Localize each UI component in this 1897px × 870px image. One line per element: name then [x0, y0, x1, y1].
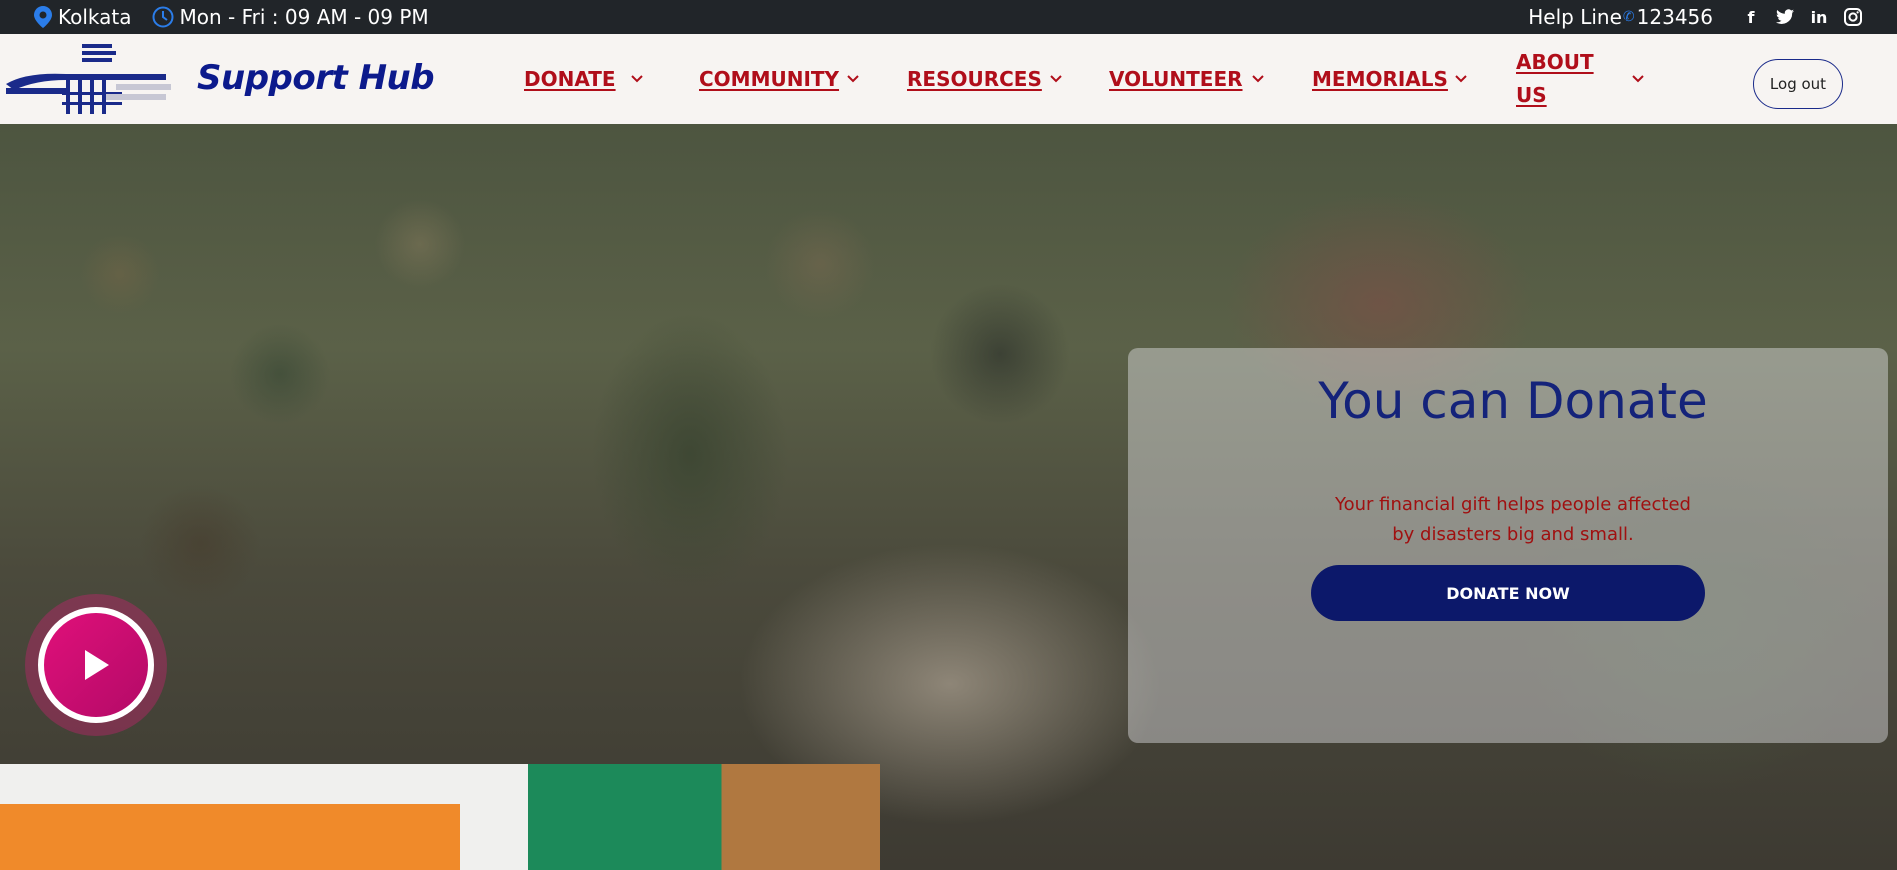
- location-pin-icon: [34, 6, 52, 28]
- linkedin-icon[interactable]: in: [1809, 7, 1829, 27]
- nav-resources-label: RESOURCES: [907, 67, 1042, 91]
- chevron-down-icon: [1632, 75, 1644, 83]
- helpline-number: 123456: [1636, 5, 1713, 29]
- nav-donate-label: DONATE: [524, 67, 616, 91]
- main-header: Support Hub DONATE COMMUNITY RESOURCES V…: [0, 34, 1897, 124]
- nav-volunteer-label: VOLUNTEER: [1109, 67, 1243, 91]
- facebook-icon[interactable]: f: [1741, 7, 1761, 27]
- social-links: f in: [1741, 7, 1863, 27]
- hours: Mon - Fri : 09 AM - 09 PM: [152, 5, 429, 29]
- helpline: Help Line ✆ 123456: [1528, 5, 1713, 29]
- brand-name[interactable]: Support Hub: [197, 58, 435, 98]
- play-ring: [38, 607, 154, 723]
- phone-icon: ✆: [1622, 9, 1635, 25]
- logo[interactable]: [6, 44, 171, 116]
- donate-card: You can Donate Your financial gift helps…: [1128, 348, 1888, 743]
- chevron-down-icon: [847, 75, 859, 83]
- flag-draped-coffin: [0, 764, 880, 870]
- chevron-down-icon: [1455, 75, 1467, 83]
- instagram-icon[interactable]: [1843, 7, 1863, 27]
- nav-about-us-label: ABOUT US: [1516, 50, 1594, 107]
- nav-community[interactable]: COMMUNITY: [699, 34, 859, 124]
- chevron-down-icon: [631, 75, 643, 83]
- twitter-icon[interactable]: [1775, 7, 1795, 27]
- nav-volunteer[interactable]: VOLUNTEER: [1109, 34, 1264, 124]
- nav-memorials[interactable]: MEMORIALS: [1312, 34, 1467, 124]
- donate-title: You can Donate: [1318, 372, 1708, 430]
- chevron-down-icon: [1252, 75, 1264, 83]
- donate-now-button[interactable]: DONATE NOW: [1311, 565, 1705, 621]
- nav-memorials-label: MEMORIALS: [1312, 67, 1448, 91]
- top-bar-left: Kolkata Mon - Fri : 09 AM - 09 PM: [34, 5, 449, 29]
- location: Kolkata: [34, 5, 132, 29]
- top-bar: Kolkata Mon - Fri : 09 AM - 09 PM Help L…: [0, 0, 1897, 34]
- play-video-button[interactable]: [25, 594, 167, 736]
- nav-donate[interactable]: DONATE: [524, 34, 643, 124]
- top-bar-right: Help Line ✆ 123456 f in: [1528, 5, 1863, 29]
- hero-banner: You can Donate Your financial gift helps…: [0, 124, 1897, 870]
- clock-icon: [152, 6, 173, 28]
- helpline-label: Help Line: [1528, 5, 1622, 29]
- nav-community-label: COMMUNITY: [699, 67, 840, 91]
- nav-about-us[interactable]: ABOUT US: [1516, 34, 1644, 124]
- chevron-down-icon: [1050, 75, 1062, 83]
- nav-resources[interactable]: RESOURCES: [907, 34, 1062, 124]
- donate-description: Your financial gift helps people affecte…: [1335, 494, 1691, 545]
- location-text: Kolkata: [58, 5, 132, 29]
- hours-text: Mon - Fri : 09 AM - 09 PM: [179, 5, 429, 29]
- play-icon: [85, 650, 109, 680]
- logout-button[interactable]: Log out: [1753, 59, 1843, 109]
